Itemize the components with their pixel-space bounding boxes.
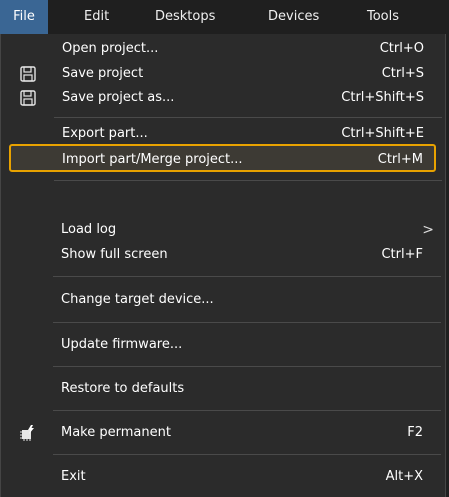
menu-separator (53, 322, 441, 323)
menubar-file[interactable]: File (0, 0, 48, 34)
menu-item-shortcut: F2 (407, 425, 423, 440)
menu-bar: File Edit Desktops Devices Tools (0, 0, 449, 34)
menu-item-label: Exit (61, 469, 86, 484)
menu-item-make-permanent[interactable]: Make permanent F2 (0, 421, 444, 445)
menu-separator (53, 276, 441, 277)
menu-item-update-firmware[interactable]: Update firmware... (0, 333, 444, 357)
menu-item-exit[interactable]: Exit Alt+X (0, 465, 444, 489)
file-menu-items-2: Load log > Show full screen Ctrl+F Chang… (0, 34, 446, 497)
menu-item-label: Show full screen (61, 247, 168, 262)
menu-item-shortcut: Ctrl+F (381, 247, 423, 262)
menu-separator (53, 366, 441, 367)
menu-item-label: Restore to defaults (61, 381, 185, 396)
chip-flash-icon (18, 424, 36, 442)
menu-item-shortcut: Alt+X (385, 469, 423, 484)
menubar-desktops[interactable]: Desktops (155, 0, 215, 34)
menu-item-label: Make permanent (61, 425, 171, 440)
menu-item-label: Change target device... (61, 292, 214, 307)
menu-separator (53, 454, 441, 455)
menubar-edit[interactable]: Edit (84, 0, 109, 34)
menu-item-restore-defaults[interactable]: Restore to defaults (0, 377, 444, 401)
menubar-tools[interactable]: Tools (367, 0, 399, 34)
menu-item-label: Load log (61, 222, 117, 237)
menu-separator (53, 410, 441, 411)
menu-item-load-log[interactable]: Load log > (0, 218, 444, 242)
menubar-devices[interactable]: Devices (268, 0, 319, 34)
menu-item-show-full-screen[interactable]: Show full screen Ctrl+F (0, 243, 444, 267)
menu-item-change-target-device[interactable]: Change target device... (0, 288, 444, 312)
menu-item-label: Update firmware... (61, 337, 183, 352)
chevron-right-icon: > (422, 222, 434, 238)
